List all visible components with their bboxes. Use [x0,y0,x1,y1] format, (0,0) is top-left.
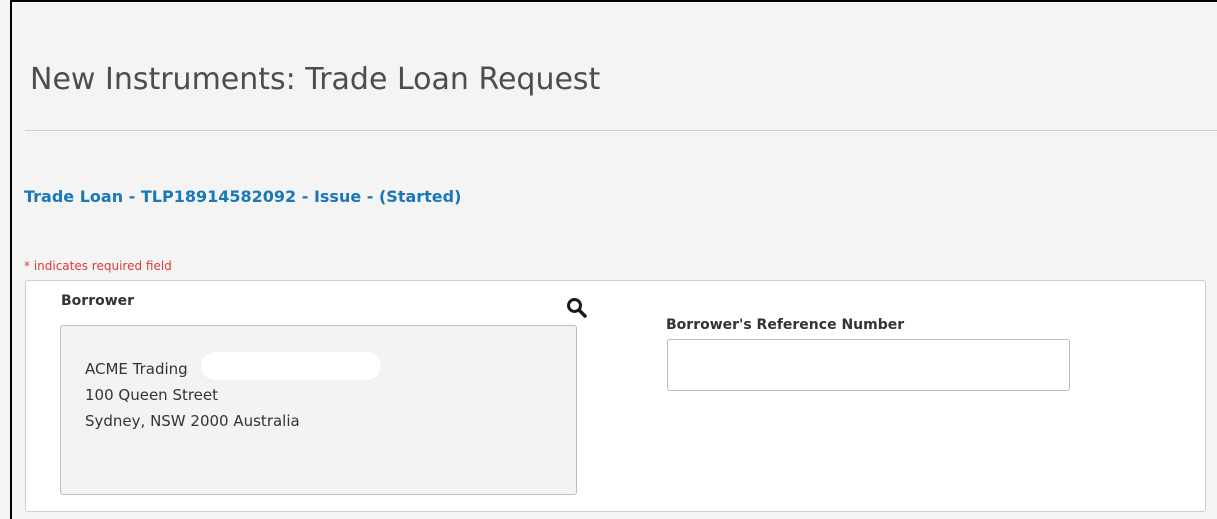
window-frame-top [10,0,1217,2]
borrower-reference-input[interactable] [667,339,1070,391]
borrower-search-button[interactable] [566,297,588,319]
address-line-name: ACME Trading [85,360,188,378]
search-icon [567,298,587,318]
borrower-address: ACME Trading 100 Queen Street Sydney, NS… [85,356,300,434]
borrower-form-panel: Borrower ACME Trading 100 Queen Street S… [25,280,1206,512]
required-field-note: * indicates required field [24,259,172,273]
address-line-street: 100 Queen Street [85,386,219,404]
window-frame-left [10,0,12,519]
borrower-address-box: ACME Trading 100 Queen Street Sydney, NS… [60,325,577,495]
page-title: New Instruments: Trade Loan Request [30,62,601,97]
address-line-city: Sydney, NSW 2000 Australia [85,412,300,430]
borrower-label: Borrower [61,293,135,309]
title-divider [25,130,1217,131]
transaction-heading: Trade Loan - TLP18914582092 - Issue - (S… [24,187,462,206]
borrower-reference-label: Borrower's Reference Number [666,317,905,333]
